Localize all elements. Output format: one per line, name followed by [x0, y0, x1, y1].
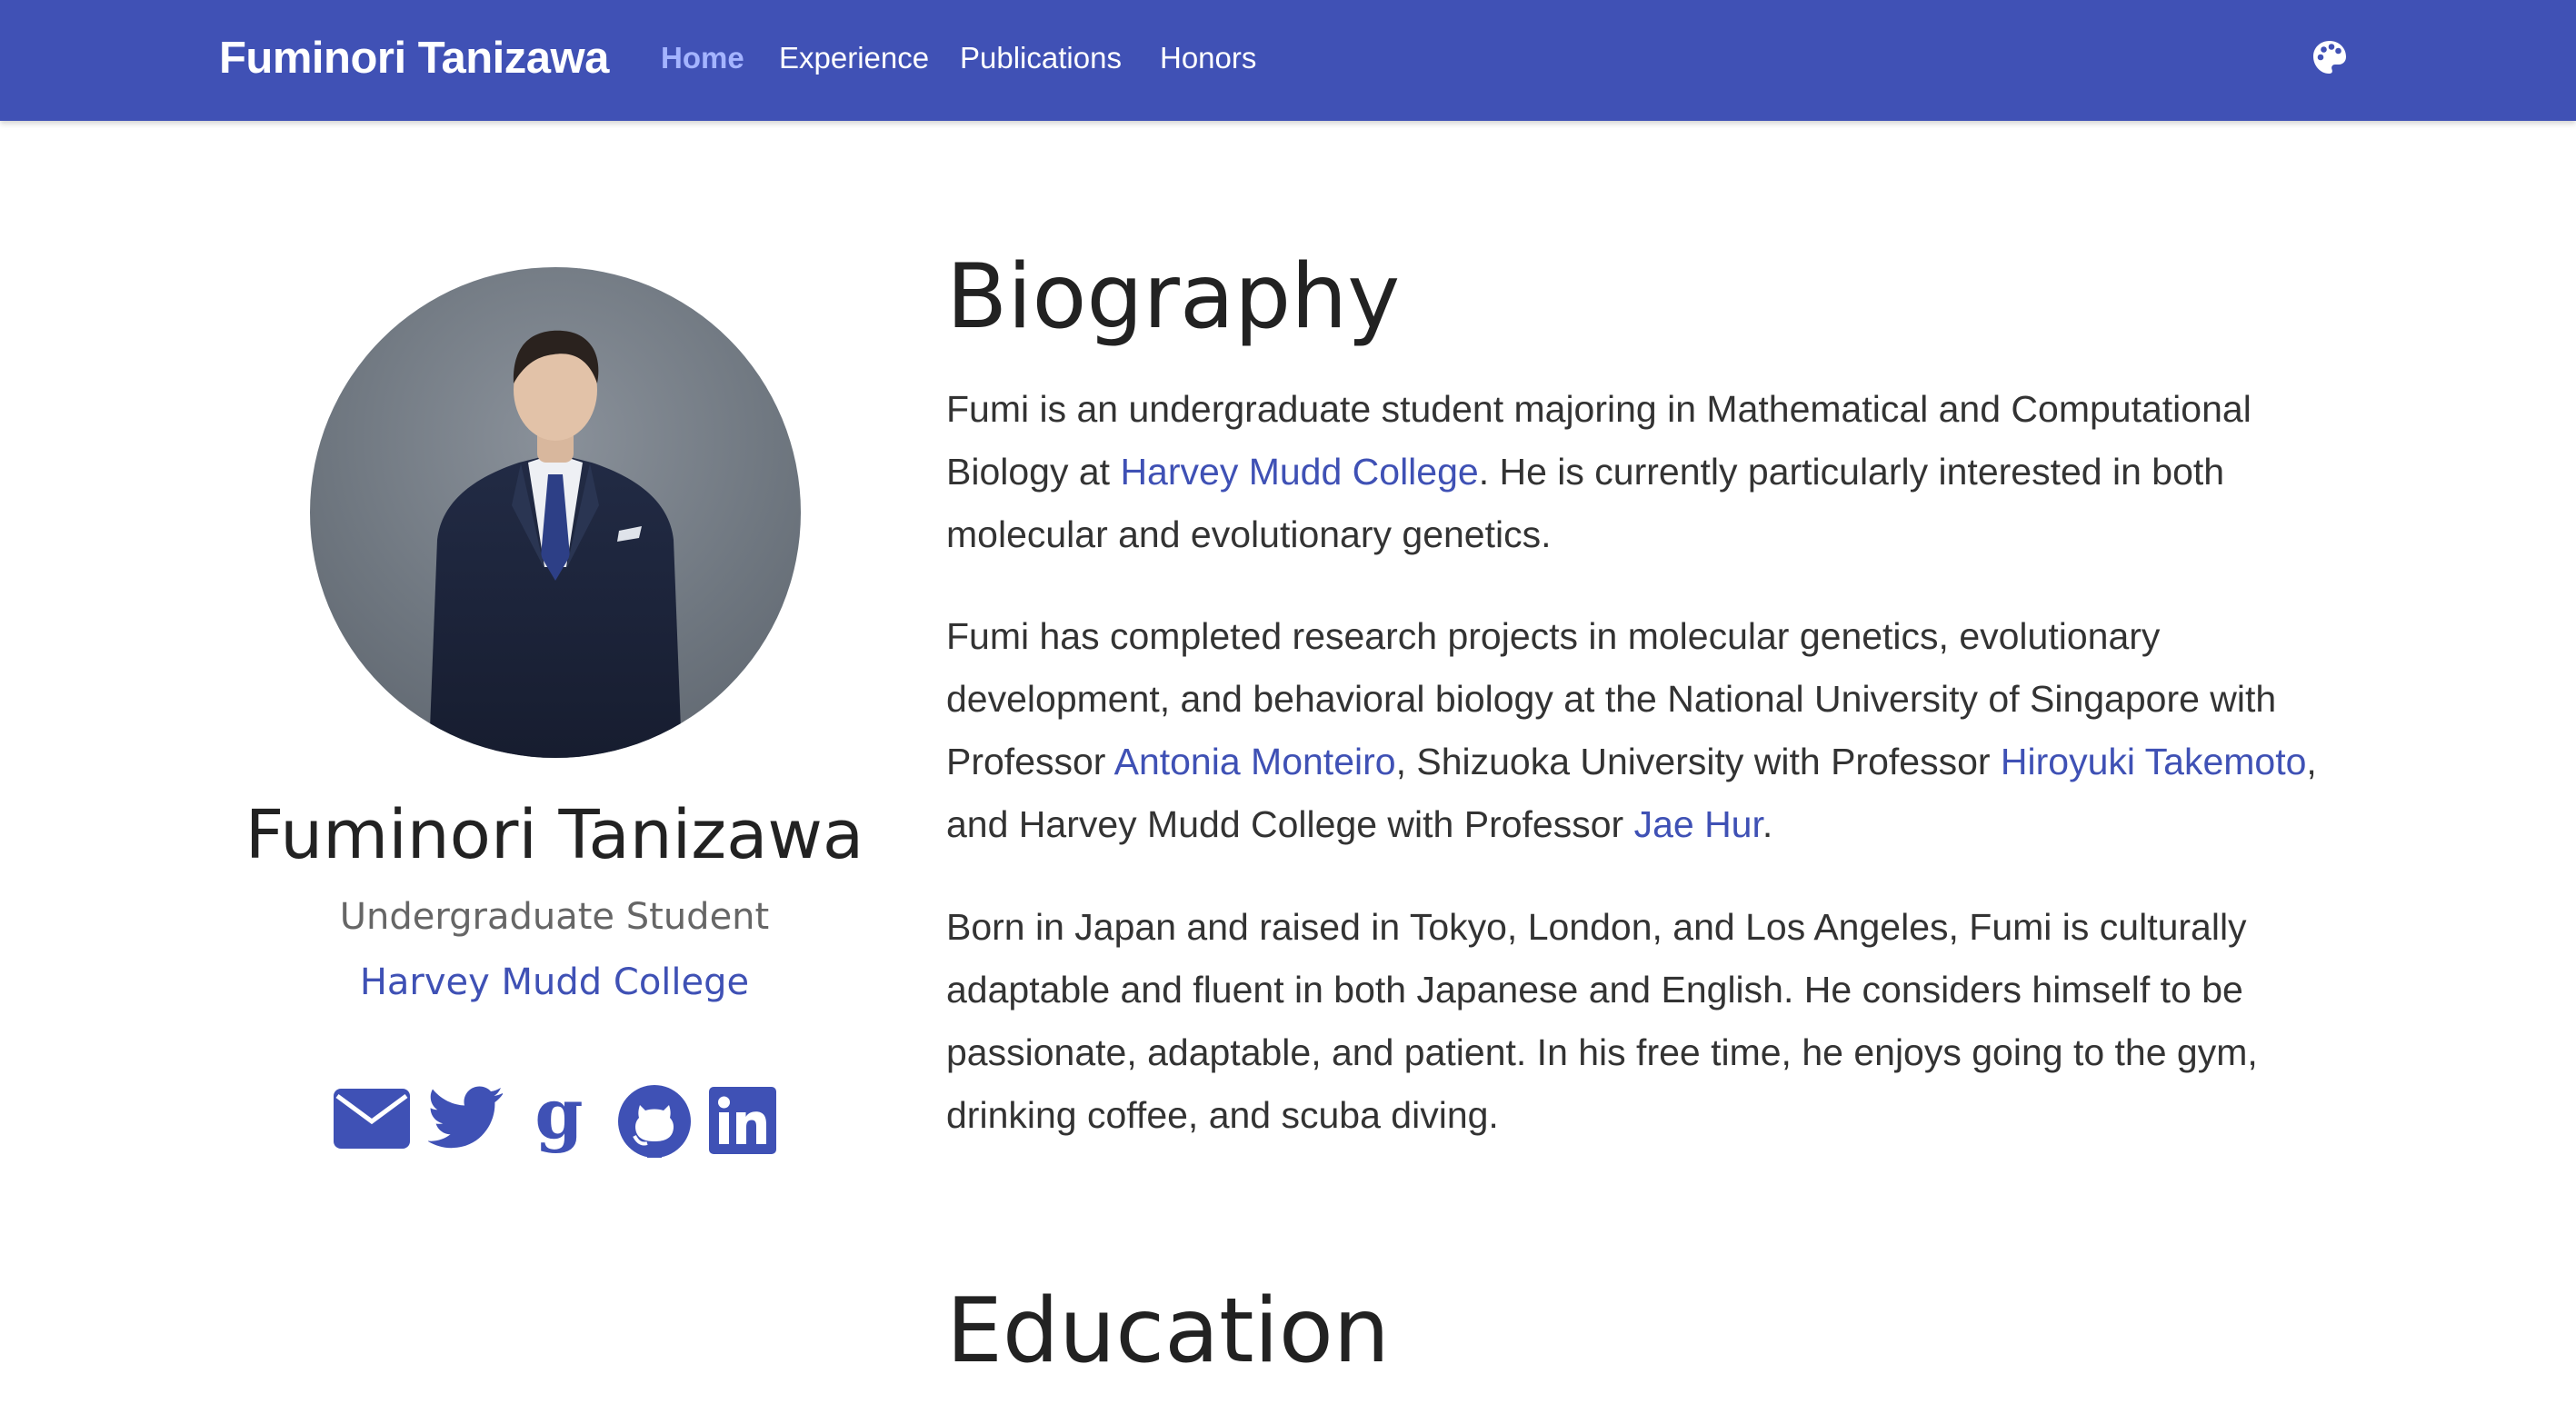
- hiroyuki-takemoto-link[interactable]: Hiroyuki Takemoto: [2001, 741, 2307, 782]
- google-scholar-icon[interactable]: g: [529, 1087, 589, 1160]
- envelope-icon[interactable]: [334, 1089, 410, 1161]
- twitter-icon[interactable]: [428, 1085, 504, 1158]
- bio-paragraph-2: Fumi has completed research projects in …: [946, 605, 2328, 856]
- profile-name: Fuminori Tanizawa: [245, 796, 864, 874]
- profile-role: Undergraduate Student: [339, 896, 770, 938]
- bio-paragraph-1: Fumi is an undergraduate student majorin…: [946, 378, 2328, 566]
- nav-honors[interactable]: Honors: [1160, 41, 1256, 75]
- jae-hur-link[interactable]: Jae Hur: [1634, 803, 1762, 845]
- site-brand[interactable]: Fuminori Tanizawa: [219, 33, 609, 84]
- education-heading: Education: [946, 1280, 1390, 1383]
- harvey-mudd-link[interactable]: Harvey Mudd College: [1120, 451, 1478, 493]
- svg-text:g: g: [534, 1087, 583, 1154]
- profile-avatar: [310, 267, 801, 758]
- antonia-monteiro-link[interactable]: Antonia Monteiro: [1114, 741, 1396, 782]
- bio-text: , Shizuoka University with Professor: [1395, 741, 2001, 782]
- palette-icon[interactable]: [2312, 40, 2347, 75]
- bio-paragraph-3: Born in Japan and raised in Tokyo, Londo…: [946, 906, 2258, 1136]
- nav-home[interactable]: Home: [661, 41, 744, 75]
- github-icon[interactable]: [616, 1083, 693, 1158]
- bio-text: .: [1762, 803, 1773, 845]
- profile-organization-link[interactable]: Harvey Mudd College: [145, 961, 964, 1003]
- linkedin-icon[interactable]: [709, 1087, 776, 1160]
- biography-heading: Biography: [946, 245, 1401, 349]
- nav-publications[interactable]: Publications: [960, 41, 1122, 75]
- nav-experience[interactable]: Experience: [779, 41, 929, 75]
- top-navbar: Fuminori Tanizawa Home Experience Public…: [0, 0, 2576, 121]
